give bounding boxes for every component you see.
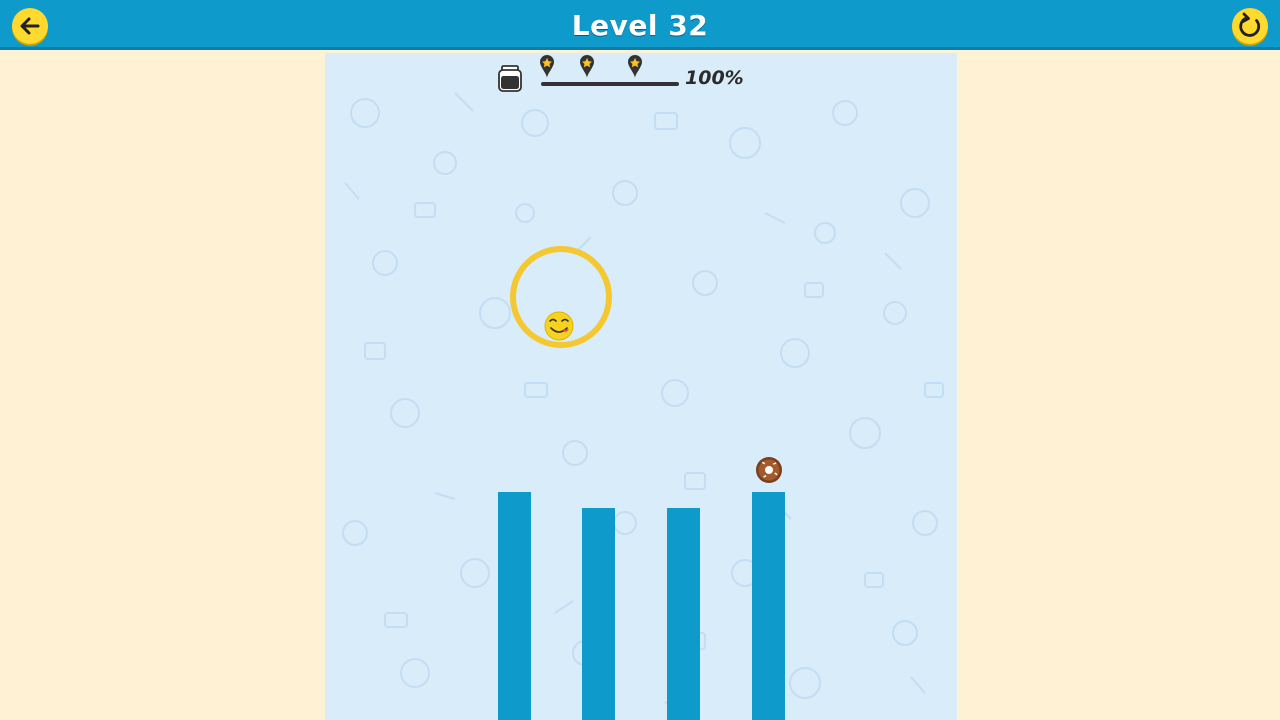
donut-icon: [756, 457, 782, 483]
game-objects: [510, 246, 782, 483]
restart-button[interactable]: [1232, 8, 1268, 44]
pillar: [752, 492, 785, 720]
restart-icon: [1239, 12, 1261, 37]
back-button[interactable]: [12, 8, 48, 44]
top-bar: Level 32: [0, 0, 1280, 50]
smiley-face-icon: [544, 311, 574, 341]
level-title: Level 32: [571, 9, 709, 42]
pillar: [667, 508, 700, 720]
pillar: [498, 492, 531, 720]
pillar: [582, 508, 615, 720]
game-playfield[interactable]: 100%: [325, 53, 957, 720]
arrow-left-icon: [20, 17, 40, 35]
